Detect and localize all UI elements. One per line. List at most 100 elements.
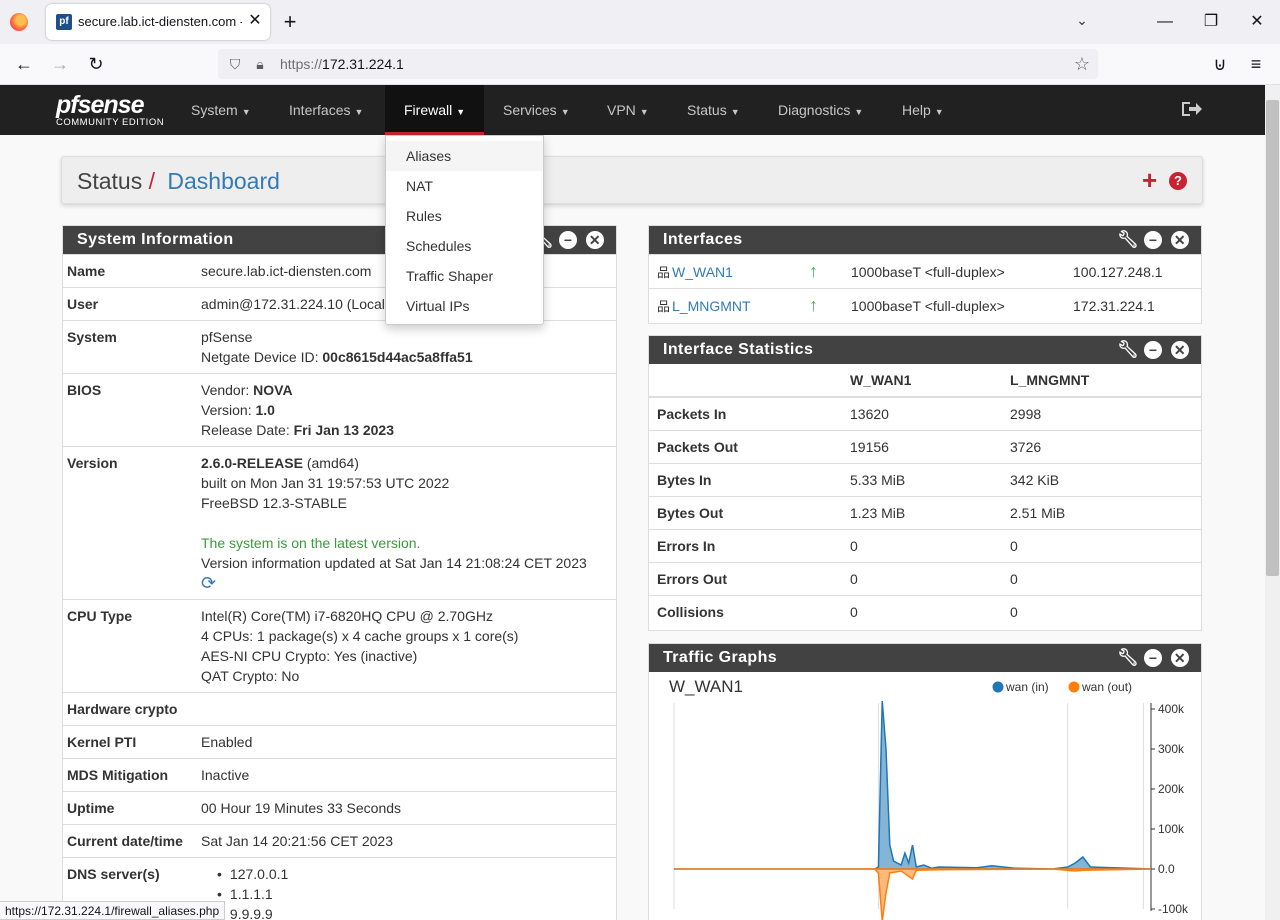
minimize-widget-icon[interactable]: − — [1144, 649, 1163, 667]
pfsense-logo[interactable]: pfsense COMMUNITY EDITION — [56, 91, 166, 131]
row-label: System — [63, 320, 197, 374]
close-widget-icon[interactable]: ✕ — [1171, 649, 1189, 667]
lock-icon[interactable]: 🔒︎ — [251, 55, 269, 73]
close-widget-icon[interactable]: ✕ — [586, 231, 604, 249]
legend-in-label: wan (in) — [1005, 680, 1049, 694]
url-bar[interactable]: ⛉ 🔒︎ https://172.31.224.1 ☆ — [218, 49, 1098, 79]
table-row: BIOS Vendor: NOVA Version: 1.0 Release D… — [63, 373, 616, 447]
interface-link[interactable]: L_MNGMNT — [672, 298, 751, 314]
link-status-bar: https://172.31.224.1/firewall_aliases.ph… — [0, 901, 226, 920]
row-label: Version — [63, 446, 197, 600]
add-widget-icon[interactable]: + — [1142, 167, 1157, 193]
interface-link[interactable]: W_WAN1 — [672, 264, 733, 280]
wrench-icon[interactable]: 🔧︎ — [1117, 649, 1139, 667]
menu-vpn[interactable]: VPN ▼ — [607, 85, 649, 135]
table-row: Packets In 13620 2998 — [649, 396, 1201, 430]
table-row: Bytes Out 1.23 MiB 2.51 MiB — [649, 495, 1201, 529]
version-status: The system is on the latest version. — [201, 535, 421, 551]
firefox-icon[interactable] — [10, 13, 28, 31]
page-scrollbar-thumb[interactable] — [1266, 100, 1279, 576]
table-row: Packets Out 19156 3726 — [649, 429, 1201, 463]
help-icon[interactable]: ? — [1169, 172, 1187, 190]
wan-in-area — [674, 700, 1152, 870]
row-value: Vendor: NOVA Version: 1.0 Release Date: … — [197, 373, 616, 447]
table-row: Collisions 0 0 — [649, 594, 1201, 628]
menu-firewall[interactable]: Firewall ▼ — [385, 85, 485, 135]
wrench-icon[interactable]: 🔧︎ — [1117, 341, 1139, 359]
shield-icon[interactable]: ⛉ — [226, 55, 244, 73]
menu-services[interactable]: Services ▼ — [503, 85, 570, 135]
pfsense-navbar: pfsense COMMUNITY EDITION System ▼ Interf… — [0, 85, 1265, 135]
menu-interfaces[interactable]: Interfaces ▼ — [289, 85, 363, 135]
list-tabs-icon[interactable]: ⌄ — [1072, 12, 1092, 32]
table-row: Kernel PTI Enabled — [63, 725, 616, 759]
browser-navbar: ← → ↻ ⛉ 🔒︎ https://172.31.224.1 ☆ ⊍ ≡ — [0, 44, 1280, 85]
reload-icon[interactable]: ↻ — [84, 52, 108, 76]
table-row: MDS Mitigation Inactive — [63, 758, 616, 792]
legend-out-marker — [1068, 681, 1080, 693]
traffic-graphs-panel: Traffic Graphs 🔧︎ − ✕ W_WAN1 wan (in) wa… — [648, 643, 1202, 920]
row-value: Sat Jan 14 20:21:56 CET 2023 — [197, 824, 616, 858]
row-label: User — [63, 287, 197, 321]
interface-statistics-panel: Interface Statistics 🔧︎ − ✕ W_WAN1 L_MNG… — [648, 335, 1202, 631]
refresh-icon[interactable]: ⟳ — [201, 573, 612, 593]
table-row: Uptime 00 Hour 19 Minutes 33 Seconds — [63, 791, 616, 825]
new-tab-icon[interactable]: + — [280, 10, 300, 34]
dropdown-item-rules[interactable]: Rules — [386, 201, 543, 231]
y-tick-label: 300k — [1158, 742, 1185, 756]
dropdown-item-traffic-shaper[interactable]: Traffic Shaper — [386, 261, 543, 291]
table-row: Bytes In 5.33 MiB 342 KiB — [649, 462, 1201, 496]
minimize-widget-icon[interactable]: − — [1144, 341, 1163, 359]
breadcrumb: Status / Dashboard + ? — [61, 156, 1203, 204]
restore-icon[interactable]: ❐ — [1199, 10, 1223, 34]
statistics-table: W_WAN1 L_MNGMNT Packets In 13620 2998 Pack… — [649, 364, 1201, 628]
y-tick-label: -100k — [1158, 902, 1189, 916]
dropdown-item-aliases[interactable]: Aliases — [386, 141, 543, 171]
url-text[interactable]: https://172.31.224.1 — [280, 56, 404, 72]
y-tick-label: 200k — [1158, 782, 1185, 796]
menu-status[interactable]: Status ▼ — [687, 85, 740, 135]
y-tick-label: 0.0 — [1158, 862, 1175, 876]
tab-close-icon[interactable]: ✕ — [246, 12, 264, 30]
browser-tab[interactable]: pf secure.lab.ict-diensten.com - Status:… — [46, 4, 270, 40]
dropdown-item-virtual-ips[interactable]: Virtual IPs — [386, 291, 543, 321]
panel-heading: Traffic Graphs 🔧︎ − ✕ — [649, 644, 1201, 672]
y-tick-label: 100k — [1158, 822, 1185, 836]
dropdown-item-schedules[interactable]: Schedules — [386, 231, 543, 261]
table-row: Errors Out 0 0 — [649, 561, 1201, 595]
minimize-icon[interactable]: — — [1153, 10, 1177, 34]
close-widget-icon[interactable]: ✕ — [1171, 231, 1189, 249]
table-row: 品 L_MNGMNT ↑ 1000baseT <full-duplex> 172.… — [649, 288, 1201, 323]
row-label: Kernel PTI — [63, 725, 197, 759]
close-widget-icon[interactable]: ✕ — [1171, 341, 1189, 359]
dropdown-item-nat[interactable]: NAT — [386, 171, 543, 201]
row-value: Intel(R) Core(TM) i7-6820HQ CPU @ 2.70GH… — [197, 599, 616, 693]
system-information-panel: System Information 🔧︎ − ✕ Name secure.la… — [62, 225, 617, 920]
table-row: Current date/time Sat Jan 14 20:21:56 CE… — [63, 824, 616, 858]
row-value — [197, 692, 616, 726]
logout-icon[interactable] — [1180, 99, 1202, 119]
legend-out-label: wan (out) — [1081, 680, 1132, 694]
row-label: MDS Mitigation — [63, 758, 197, 792]
pocket-icon[interactable]: ⊍ — [1208, 52, 1232, 76]
menu-diagnostics[interactable]: Diagnostics ▼ — [778, 85, 863, 135]
menu-system[interactable]: System ▼ — [191, 85, 251, 135]
logo-text: pfsense — [56, 91, 144, 119]
window-close-icon[interactable]: ✕ — [1245, 10, 1269, 34]
wrench-icon[interactable]: 🔧︎ — [1117, 231, 1139, 249]
row-value: 127.0.0.1 1.1.1.1 9.9.9.9 — [197, 857, 616, 920]
bookmark-star-icon[interactable]: ☆ — [1072, 54, 1092, 74]
forward-icon[interactable]: → — [48, 52, 72, 76]
list-item: 127.0.0.1 — [229, 864, 612, 884]
row-label: BIOS — [63, 373, 197, 447]
browser-tabbar: pf secure.lab.ict-diensten.com - Status:… — [0, 0, 1280, 44]
breadcrumb-dashboard-link[interactable]: Dashboard — [167, 168, 280, 194]
list-item: 1.1.1.1 — [229, 884, 612, 904]
menu-help[interactable]: Help ▼ — [902, 85, 944, 135]
app-menu-icon[interactable]: ≡ — [1244, 52, 1268, 76]
minimize-widget-icon[interactable]: − — [1144, 231, 1163, 249]
back-icon[interactable]: ← — [12, 52, 36, 76]
minimize-widget-icon[interactable]: − — [559, 231, 578, 249]
logo-edition: COMMUNITY EDITION — [56, 117, 165, 128]
firewall-dropdown: Aliases NAT Rules Schedules Traffic Shap… — [385, 135, 544, 325]
